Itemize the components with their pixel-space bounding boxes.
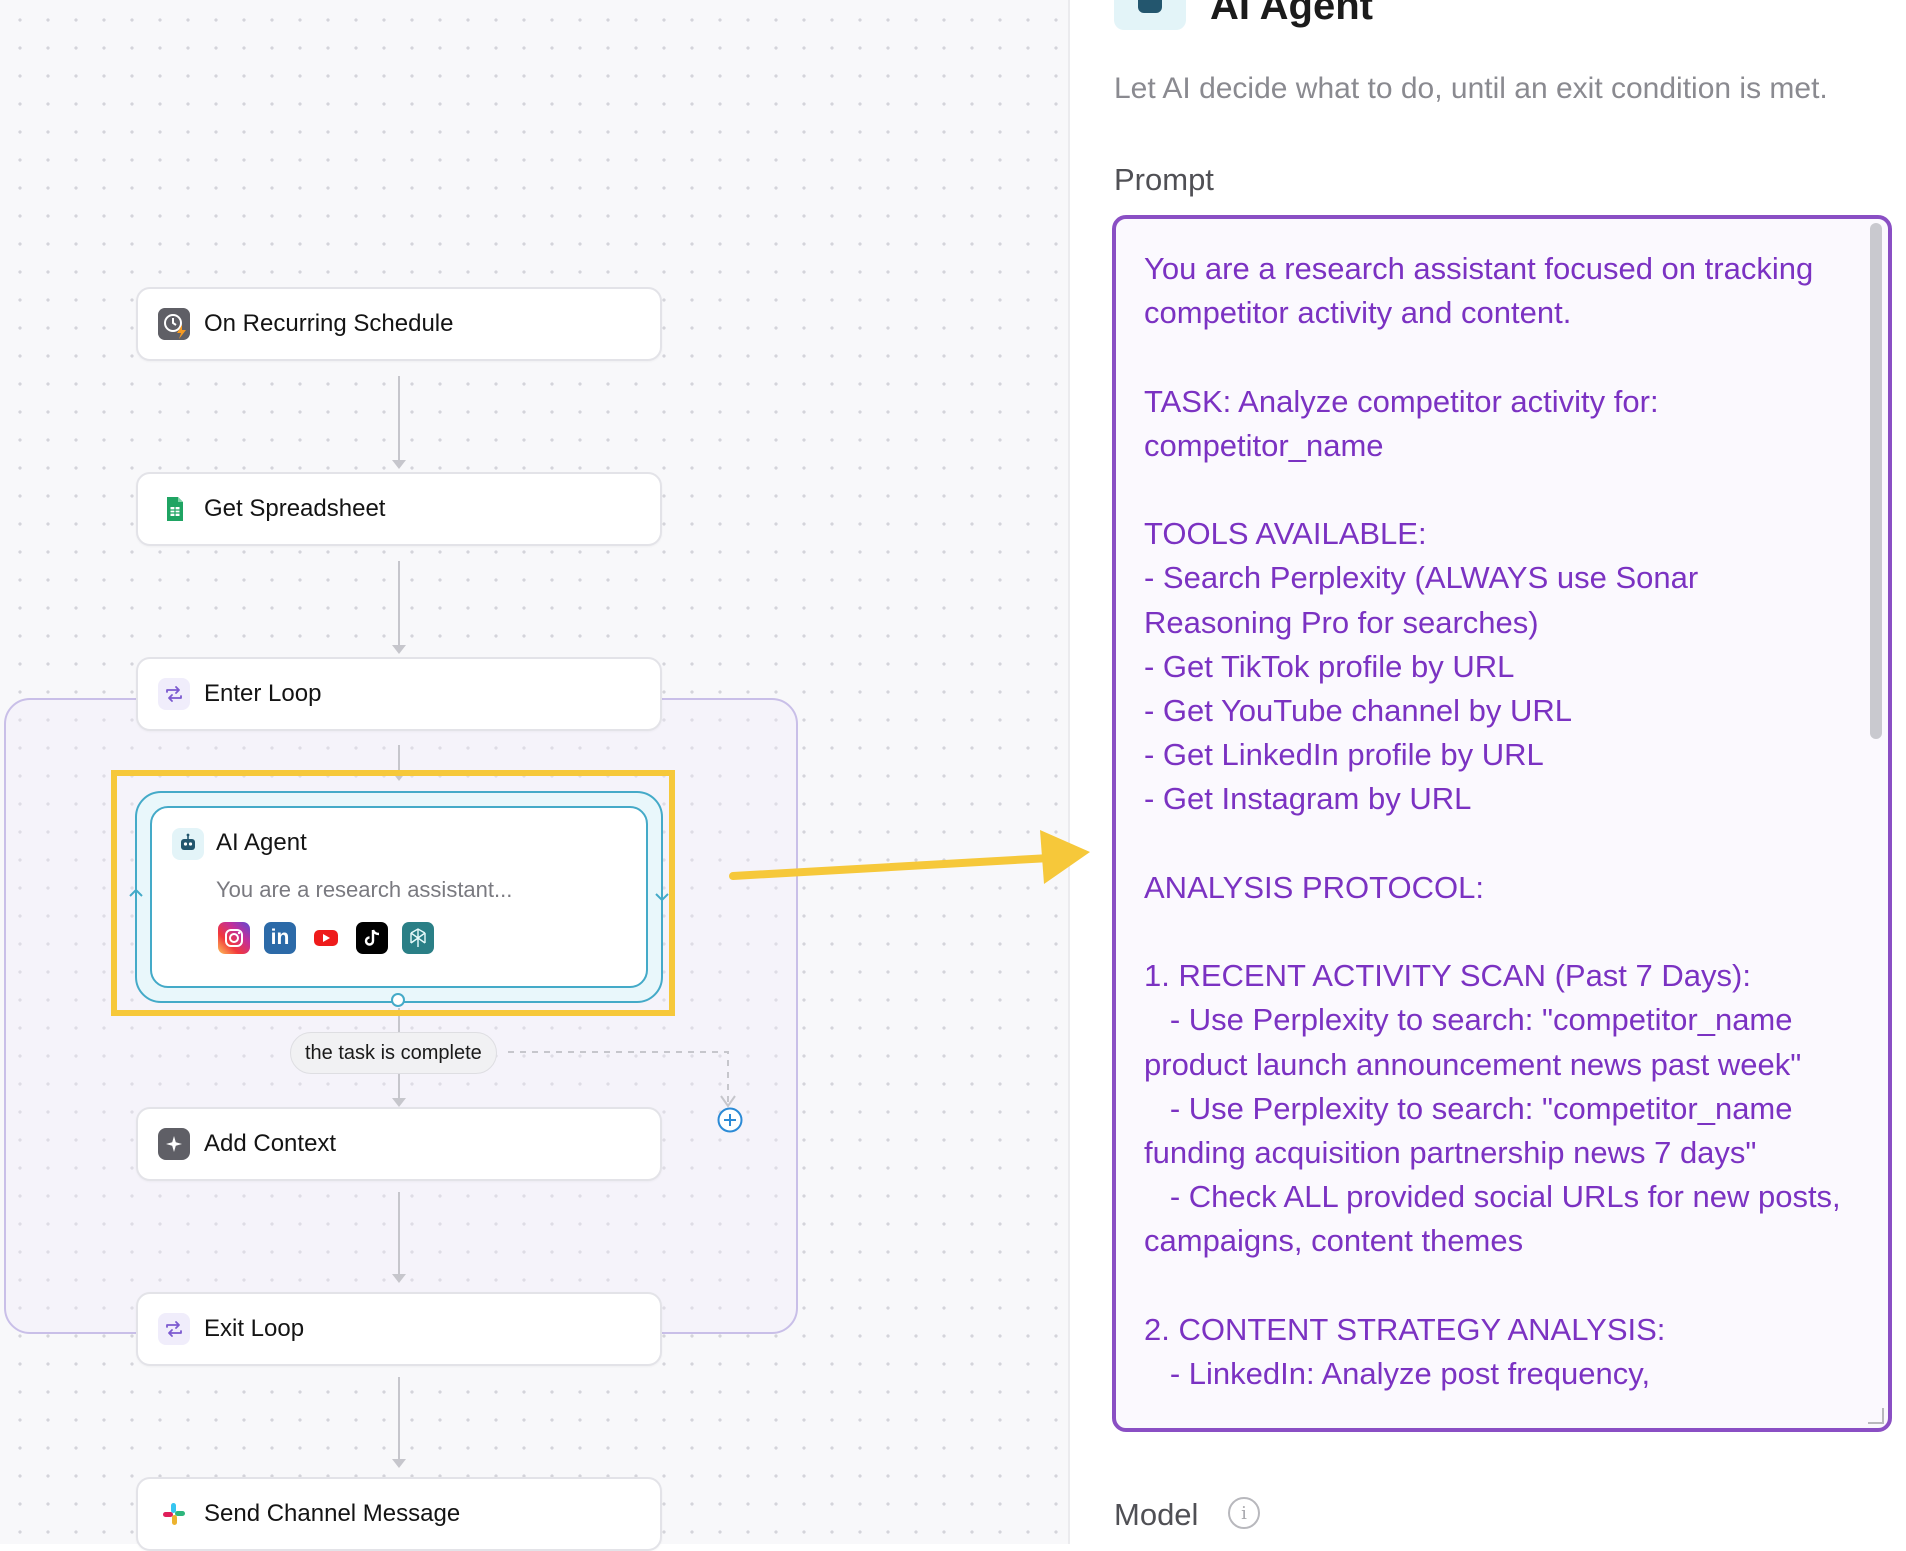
connector [398,1377,400,1461]
loop-back-arrow-icon [129,888,143,904]
panel-description: Let AI decide what to do, until an exit … [1114,72,1828,105]
node-label: Send Channel Message [204,1500,461,1527]
node-label: On Recurring Schedule [204,310,454,337]
connector-arrow [392,1459,406,1468]
connector [398,561,400,647]
connector-arrow [392,1098,406,1107]
connector-arrow [392,460,406,469]
resize-grip-icon[interactable] [1868,1408,1884,1424]
node-get-spreadsheet[interactable]: Get Spreadsheet [136,472,662,546]
robot-icon [172,828,204,860]
node-label: Get Spreadsheet [204,495,386,522]
connector [398,745,400,773]
google-sheets-icon [158,493,190,525]
connector-arrow [392,1274,406,1283]
agent-title: AI Agent [216,829,307,856]
node-label: Exit Loop [204,1315,305,1342]
slack-icon [158,1498,190,1530]
tiktok-icon[interactable] [356,922,388,954]
model-label: Model [1114,1497,1199,1532]
panel-title: AI Agent [1210,0,1373,28]
loop-handle[interactable] [391,993,405,1007]
node-enter-loop[interactable]: Enter Loop [136,657,662,731]
connector [398,1192,400,1276]
loop-icon [158,678,190,710]
add-step-button[interactable] [716,1106,744,1134]
connector-arrow [392,645,406,654]
info-icon[interactable]: i [1228,1497,1260,1529]
prompt-text[interactable]: You are a research assistant focused on … [1144,247,1844,1396]
linkedin-icon[interactable]: in [264,922,296,954]
agent-prompt-preview: You are a research assistant... [216,877,513,902]
clock-bolt-icon [158,308,190,340]
prompt-textarea[interactable]: You are a research assistant focused on … [1112,215,1892,1432]
sparkle-icon [158,1128,190,1160]
node-label: Enter Loop [204,680,322,707]
loop-forward-arrow-icon [655,886,669,902]
node-send-channel-message[interactable]: Send Channel Message [136,1477,662,1551]
node-label: Add Context [204,1130,337,1157]
connector [398,376,400,462]
perplexity-icon[interactable] [402,922,434,954]
robot-icon [1114,0,1186,30]
youtube-icon[interactable] [310,922,342,954]
exit-condition-label[interactable]: the task is complete [290,1032,497,1074]
prompt-scrollbar[interactable] [1870,223,1882,739]
prompt-label: Prompt [1114,162,1214,197]
connector [398,1074,400,1100]
instagram-icon[interactable] [218,922,250,954]
plus-circle-icon [717,1107,743,1133]
node-on-recurring-schedule[interactable]: On Recurring Schedule [136,287,662,361]
node-exit-loop[interactable]: Exit Loop [136,1292,662,1366]
node-add-context[interactable]: Add Context [136,1107,662,1181]
loop-icon [158,1313,190,1345]
